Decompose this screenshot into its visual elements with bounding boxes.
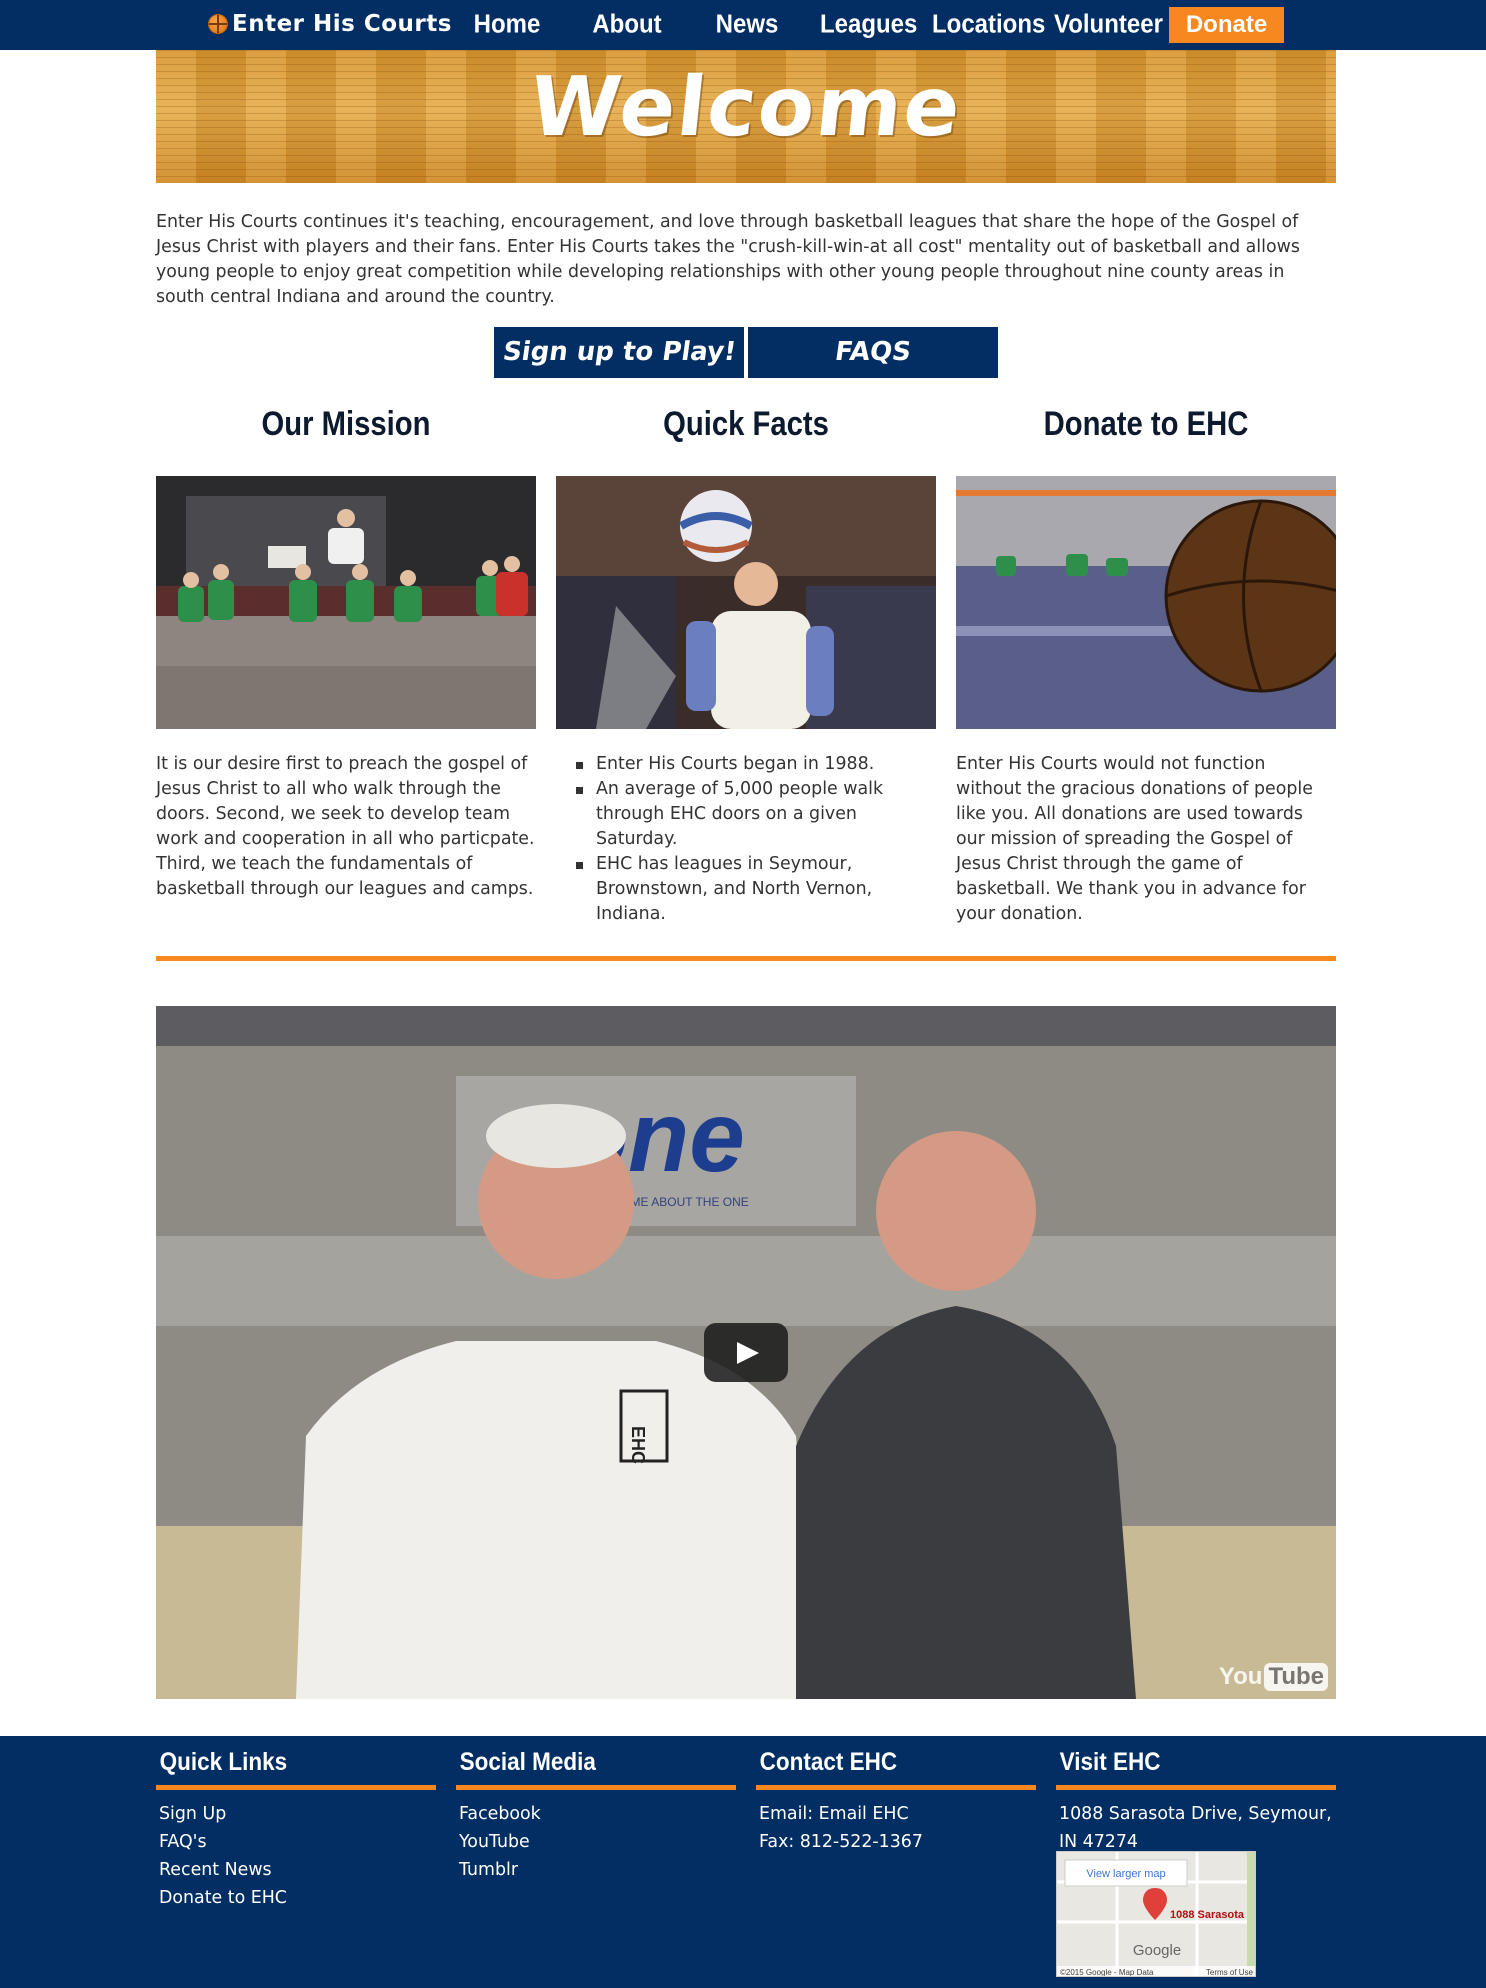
donate-photo-art	[956, 476, 1336, 729]
section-divider	[156, 956, 1336, 961]
location-map[interactable]: View larger map 1088 Sarasota Google ©20…	[1056, 1851, 1256, 1977]
top-nav: Enter His Courts Home About News Leagues…	[0, 0, 1486, 50]
nav-volunteer[interactable]: Volunteer	[1054, 0, 1163, 52]
footer-quick-links: Quick Links Sign Up FAQ's Recent News Do…	[156, 1736, 436, 1912]
footer-contact-title: Contact EHC	[759, 1748, 898, 1776]
nav-donate-button[interactable]: Donate	[1169, 7, 1284, 43]
donate-photo	[956, 476, 1336, 729]
footer-visit-title: Visit EHC	[1059, 1748, 1161, 1776]
footer-contact-fax: Fax: 812-522-1367	[759, 1832, 923, 1852]
banner-title: Welcome	[525, 60, 967, 155]
footer-contact: Contact EHC Email: Email EHC Fax: 812-52…	[756, 1736, 1036, 1856]
nav-locations[interactable]: Locations	[932, 0, 1045, 52]
footer-link-tumblr[interactable]: Tumblr	[459, 1856, 736, 1884]
site-logo[interactable]: Enter His Courts	[208, 8, 452, 40]
footer-link-recent-news[interactable]: Recent News	[159, 1856, 436, 1884]
facts-photo-art	[556, 476, 936, 729]
donate-title: Donate to EHC	[1043, 405, 1249, 443]
facts-item: Enter His Courts began in 1988.	[576, 752, 936, 777]
video-play-button[interactable]	[704, 1323, 788, 1382]
video-embed[interactable]: one ASK ME ABOUT THE ONE EHC You Tube	[156, 1006, 1336, 1699]
welcome-banner: Welcome	[156, 50, 1336, 183]
basketball-icon	[208, 14, 228, 34]
shirt-logo-text: EHC	[628, 1426, 648, 1464]
nav-news[interactable]: News	[712, 0, 782, 52]
map-brand: Google	[1133, 1942, 1181, 1959]
footer-quick-links-title: Quick Links	[159, 1748, 288, 1776]
site-footer: Quick Links Sign Up FAQ's Recent News Do…	[0, 1736, 1486, 1988]
map-larger-link[interactable]: View larger map	[1086, 1868, 1165, 1880]
youtube-logo[interactable]: You Tube	[1219, 1663, 1328, 1691]
facts-item: EHC has leagues in Seymour, Brownstown, …	[576, 852, 936, 927]
footer-contact-email[interactable]: Email: Email EHC	[759, 1800, 1036, 1828]
footer-visit: Visit EHC 1088 Sarasota Drive, Seymour, …	[1056, 1736, 1336, 1856]
footer-address: 1088 Sarasota Drive, Seymour, IN 47274	[1059, 1804, 1332, 1852]
map-terms-link[interactable]: Terms of Use	[1206, 1968, 1254, 1977]
facts-photo	[556, 476, 936, 729]
map-art: View larger map 1088 Sarasota Google ©20…	[1057, 1852, 1255, 1977]
facts-item: An average of 5,000 people walk through …	[576, 777, 936, 852]
footer-link-youtube[interactable]: YouTube	[459, 1828, 736, 1856]
mission-title: Our Mission	[261, 405, 431, 443]
footer-link-donate[interactable]: Donate to EHC	[159, 1884, 436, 1912]
facts-list: Enter His Courts began in 1988. An avera…	[556, 752, 936, 927]
mission-photo-art	[156, 476, 536, 729]
mission-text: It is our desire first to preach the gos…	[156, 754, 535, 899]
footer-social-media: Social Media Facebook YouTube Tumblr	[456, 1736, 736, 1884]
signup-button-label: Sign up to Play!	[500, 337, 738, 367]
map-copyright: ©2015 Google - Map Data	[1060, 1968, 1154, 1977]
footer-social-title: Social Media	[459, 1748, 596, 1776]
nav-about[interactable]: About	[592, 0, 662, 52]
mission-photo	[156, 476, 536, 729]
footer-link-facebook[interactable]: Facebook	[459, 1800, 736, 1828]
youtube-logo-tube: Tube	[1264, 1663, 1328, 1691]
faqs-button[interactable]: FAQS	[748, 327, 998, 378]
site-logo-text: Enter His Courts	[232, 11, 452, 37]
footer-link-faqs[interactable]: FAQ's	[159, 1828, 436, 1856]
signup-button[interactable]: Sign up to Play!	[494, 327, 744, 378]
facts-title: Quick Facts	[663, 405, 829, 443]
intro-paragraph: Enter His Courts continues it's teaching…	[156, 212, 1300, 307]
footer-link-sign-up[interactable]: Sign Up	[159, 1800, 436, 1828]
nav-home[interactable]: Home	[472, 0, 542, 52]
nav-leagues[interactable]: Leagues	[820, 0, 917, 52]
faqs-button-label: FAQS	[833, 337, 914, 367]
donate-text: Enter His Courts would not function with…	[956, 754, 1313, 924]
youtube-logo-you: You	[1218, 1663, 1263, 1690]
map-pin-label: 1088 Sarasota	[1170, 1909, 1245, 1921]
